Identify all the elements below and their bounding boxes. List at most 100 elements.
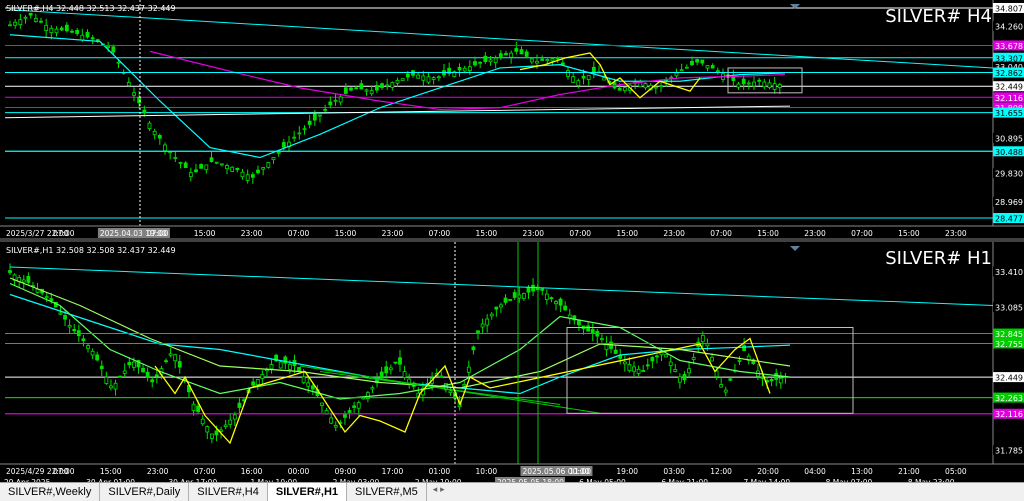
candle-body bbox=[632, 366, 636, 372]
candle-body bbox=[762, 81, 767, 88]
candle-body bbox=[581, 75, 586, 79]
price-label: 32.845 bbox=[995, 330, 1023, 339]
candle-body bbox=[310, 385, 315, 390]
candle-body bbox=[669, 76, 674, 79]
candle-body bbox=[323, 108, 328, 111]
candle-body bbox=[333, 99, 338, 102]
candle-body bbox=[590, 329, 595, 335]
candle-body bbox=[673, 369, 678, 372]
candle-body bbox=[63, 315, 67, 320]
candle-body bbox=[737, 360, 742, 362]
candle-body bbox=[705, 65, 710, 69]
candle-body bbox=[168, 353, 173, 356]
candle-body bbox=[478, 61, 483, 64]
tab-m5[interactable]: SILVER#,M5 bbox=[347, 483, 427, 501]
candle-body bbox=[214, 430, 219, 436]
candle-body bbox=[173, 354, 178, 362]
candle-body bbox=[710, 65, 715, 69]
candle-body bbox=[710, 356, 714, 362]
candle-body bbox=[627, 364, 632, 372]
tab-h1[interactable]: SILVER#,H1 bbox=[267, 483, 348, 501]
chart-shift-marker-icon[interactable] bbox=[790, 246, 800, 251]
candle-body bbox=[240, 171, 245, 178]
candle-body bbox=[126, 82, 131, 86]
candle-body bbox=[333, 424, 338, 428]
price-label: 30.488 bbox=[995, 148, 1023, 157]
candle-body bbox=[199, 164, 204, 169]
candle-body bbox=[462, 384, 467, 387]
time-tick-label: 13:00 bbox=[851, 467, 873, 476]
candle-body bbox=[364, 89, 369, 92]
candle-body bbox=[504, 53, 508, 56]
candle-body bbox=[384, 366, 389, 374]
candle-body bbox=[421, 75, 426, 81]
h1-chart-title: SILVER# H1 bbox=[885, 248, 992, 269]
candle-body bbox=[111, 46, 116, 53]
time-tick-label: 07:00 bbox=[147, 229, 169, 238]
candle-body bbox=[85, 32, 90, 38]
candle-body bbox=[177, 361, 182, 368]
candle-body bbox=[498, 53, 503, 57]
time-tick-label: 15:00 bbox=[194, 229, 216, 238]
candle-body bbox=[767, 82, 772, 88]
time-tick-label: 17:00 bbox=[382, 467, 404, 476]
h4-symbol-header: SILVER#,H4 32.448 32.513 32.437 32.449 bbox=[6, 4, 176, 13]
candle-body bbox=[690, 61, 694, 66]
h4-chart-canvas[interactable]: 34.80734.26033.67833.30733.04032.86232.4… bbox=[0, 0, 1024, 238]
candle-body bbox=[318, 114, 322, 117]
candle-body bbox=[398, 357, 402, 365]
time-tick-label: 07:00 bbox=[710, 229, 732, 238]
candle-body bbox=[395, 79, 400, 84]
candle-body bbox=[550, 58, 555, 62]
candle-body bbox=[480, 323, 485, 328]
candle-body bbox=[90, 37, 95, 40]
tab-scroll-arrow-icon[interactable]: ◂ ▸ bbox=[431, 483, 447, 501]
candle-body bbox=[439, 375, 444, 378]
tab-weekly[interactable]: SILVER#,Weekly bbox=[0, 483, 101, 501]
candle-body bbox=[338, 96, 343, 103]
price-label: 28.477 bbox=[995, 215, 1023, 224]
candle-body bbox=[354, 87, 359, 90]
candle-body bbox=[617, 87, 622, 91]
time-tick-label: 23:00 bbox=[663, 229, 685, 238]
h1-chart-pane[interactable]: 33.410 33.085 32.845 32.755 32.449 32.263 32.1… bbox=[0, 242, 1024, 482]
candle-body bbox=[255, 378, 260, 385]
candle-body bbox=[104, 376, 109, 384]
price-label: 30.895 bbox=[995, 134, 1023, 143]
candle-body bbox=[352, 405, 357, 408]
time-tick-label: 07:00 bbox=[194, 467, 216, 476]
candle-body bbox=[599, 338, 604, 341]
candle-body bbox=[466, 366, 471, 373]
candle-body bbox=[473, 61, 477, 66]
candle-body bbox=[531, 284, 535, 292]
candle-body bbox=[567, 314, 572, 319]
time-tick-label: 07:00 bbox=[53, 229, 75, 238]
candle-body bbox=[307, 120, 312, 125]
time-tick-label: 21:00 bbox=[898, 467, 920, 476]
candle-body bbox=[499, 304, 503, 308]
candle-body bbox=[219, 163, 224, 166]
h4-chart-pane[interactable]: 34.80734.26033.67833.30733.04032.86232.4… bbox=[0, 0, 1024, 238]
candle-body bbox=[723, 389, 728, 393]
candle-body bbox=[8, 24, 12, 27]
candle-body bbox=[489, 313, 494, 317]
candle-body bbox=[655, 355, 659, 358]
tab-h4[interactable]: SILVER#,H4 bbox=[189, 483, 268, 501]
candle-body bbox=[684, 66, 689, 69]
candle-body bbox=[650, 357, 655, 362]
candle-body bbox=[691, 357, 696, 360]
chart-tab-bar: SILVER#,Weekly SILVER#,Daily SILVER#,H4 … bbox=[0, 482, 1024, 501]
h1-chart-canvas[interactable]: 33.410 33.085 32.84532.755 32.449 32.263 32.1… bbox=[0, 242, 1024, 482]
candle-body bbox=[237, 402, 242, 408]
candle-body bbox=[488, 59, 493, 63]
candle-body bbox=[343, 414, 347, 418]
price-label: 34.807 bbox=[995, 5, 1023, 14]
price-label: 32.755 bbox=[995, 340, 1023, 349]
candle-body bbox=[8, 270, 12, 273]
price-label: 31.655 bbox=[995, 109, 1023, 118]
candle-body bbox=[328, 101, 333, 106]
time-tick-label: 10:00 bbox=[476, 467, 498, 476]
tab-daily[interactable]: SILVER#,Daily bbox=[100, 483, 190, 501]
time-tick-label: 07:00 bbox=[53, 467, 75, 476]
ma-cyan-fast bbox=[9, 34, 786, 159]
